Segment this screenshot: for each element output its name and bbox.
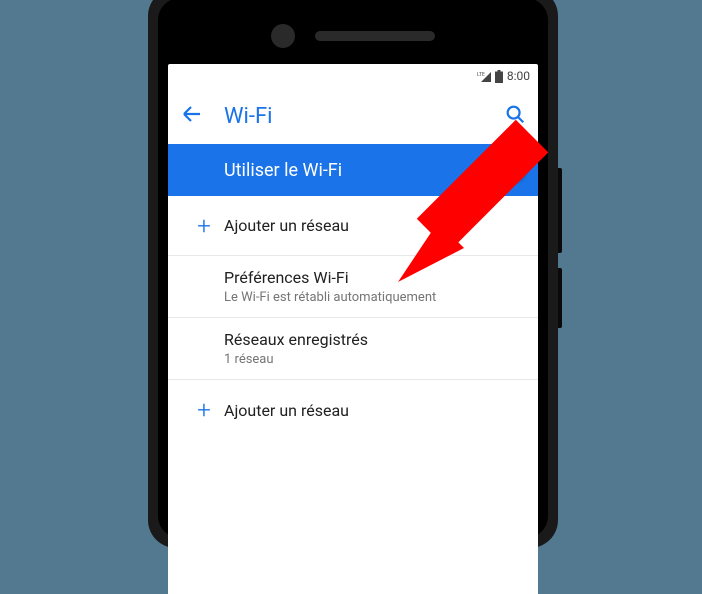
wifi-toggle-label: Utiliser le Wi-Fi <box>224 160 488 181</box>
battery-icon <box>495 70 503 83</box>
phone-bezel: LTE 8:00 Wi-Fi Utiliser le Wi-Fi <box>158 0 548 538</box>
switch-thumb-icon <box>504 159 526 181</box>
add-network-row[interactable]: + Ajouter un réseau <box>168 380 538 440</box>
app-bar: Wi-Fi <box>168 88 538 144</box>
wifi-preferences-row[interactable]: Préférences Wi-Fi Le Wi-Fi est rétabli a… <box>168 256 538 318</box>
back-arrow-icon[interactable] <box>180 102 204 130</box>
plus-icon: + <box>184 212 224 240</box>
status-bar: LTE 8:00 <box>168 64 538 88</box>
wifi-preferences-title: Préférences Wi-Fi <box>224 268 524 287</box>
saved-networks-row[interactable]: Réseaux enregistrés 1 réseau <box>168 318 538 380</box>
side-button <box>558 268 562 328</box>
signal-lte-icon: LTE <box>477 70 491 82</box>
speaker-grille <box>315 31 435 41</box>
screen: LTE 8:00 Wi-Fi Utiliser le Wi-Fi <box>168 64 538 594</box>
wifi-switch[interactable] <box>488 162 524 178</box>
saved-networks-title: Réseaux enregistrés <box>224 330 524 349</box>
svg-text:LTE: LTE <box>477 72 485 78</box>
sensor-dot <box>271 24 295 48</box>
page-title: Wi-Fi <box>224 104 484 129</box>
add-network-row[interactable]: + Ajouter un réseau <box>168 196 538 256</box>
wifi-preferences-subtitle: Le Wi-Fi est rétabli automatiquement <box>224 290 524 305</box>
phone-frame: LTE 8:00 Wi-Fi Utiliser le Wi-Fi <box>148 0 558 548</box>
add-network-label: Ajouter un réseau <box>224 216 524 235</box>
status-time: 8:00 <box>507 69 530 83</box>
plus-icon: + <box>184 396 224 424</box>
saved-networks-subtitle: 1 réseau <box>224 352 524 367</box>
add-network-label: Ajouter un réseau <box>224 401 524 420</box>
side-button <box>558 168 562 253</box>
search-icon[interactable] <box>504 103 526 129</box>
wifi-toggle-row[interactable]: Utiliser le Wi-Fi <box>168 144 538 196</box>
phone-hardware-top <box>168 8 538 64</box>
